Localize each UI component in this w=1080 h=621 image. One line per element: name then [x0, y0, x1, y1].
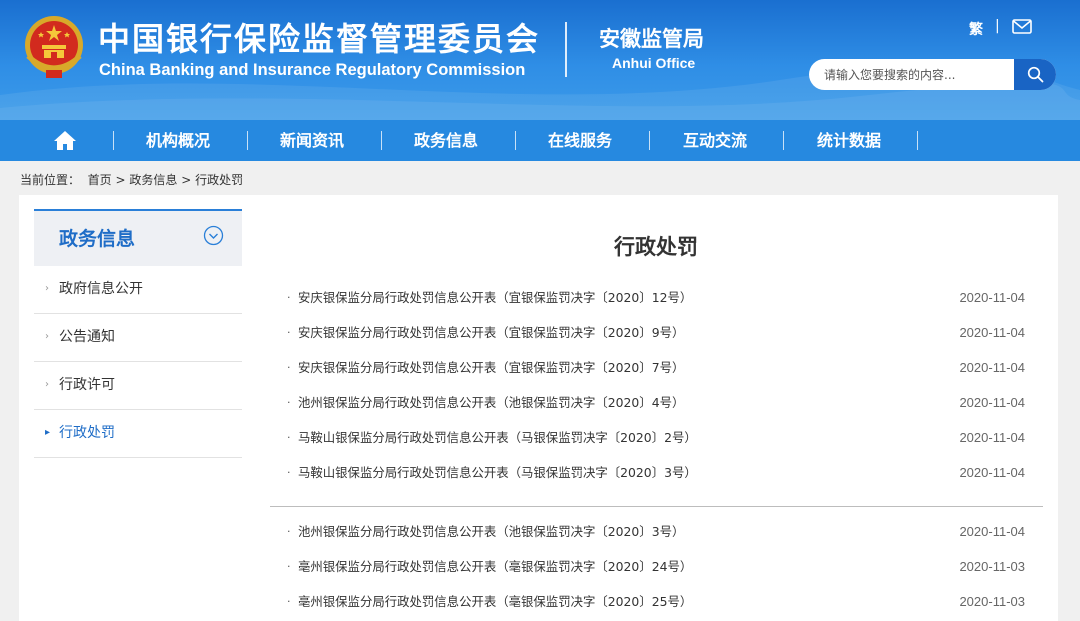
- nav-item-about[interactable]: 机构概况: [146, 120, 210, 161]
- chevron-right-icon: ▸: [45, 427, 51, 438]
- nav-item-government-info[interactable]: 政务信息: [414, 120, 478, 161]
- article-link[interactable]: 安庆银保监分局行政处罚信息公开表（宜银保监罚决字〔2020〕9号）: [298, 315, 684, 350]
- nav-item-interaction[interactable]: 互动交流: [683, 120, 747, 161]
- list-item: · 马鞍山银保监分局行政处罚信息公开表（马银保监罚决字〔2020〕3号） 202…: [270, 455, 1043, 490]
- bullet-icon: ·: [287, 560, 291, 573]
- bullet-icon: ·: [287, 396, 291, 409]
- breadcrumb-current: 行政处罚: [195, 173, 244, 187]
- sidebar-item-label: 行政处罚: [59, 425, 115, 441]
- breadcrumb: 当前位置： 首页 > 政务信息 > 行政处罚: [20, 171, 243, 188]
- sidebar-item-label: 公告通知: [59, 329, 115, 345]
- sidebar-item-label: 行政许可: [59, 377, 115, 393]
- list-item: · 亳州银保监分局行政处罚信息公开表（亳银保监罚决字〔2020〕25号） 202…: [270, 584, 1043, 619]
- article-date: 2020-11-04: [959, 395, 1025, 410]
- breadcrumb-prefix: 当前位置：: [20, 173, 81, 187]
- article-link[interactable]: 安庆银保监分局行政处罚信息公开表（宜银保监罚决字〔2020〕7号）: [298, 350, 684, 385]
- mail-icon[interactable]: [1012, 19, 1032, 34]
- search-box: [809, 59, 1056, 90]
- nav-separator: [515, 131, 516, 150]
- main-nav: 机构概况 新闻资讯 政务信息 在线服务 互动交流 统计数据: [0, 120, 1080, 161]
- article-link[interactable]: 安庆银保监分局行政处罚信息公开表（宜银保监罚决字〔2020〕12号）: [298, 280, 692, 315]
- bullet-icon: ·: [287, 326, 291, 339]
- article-date: 2020-11-04: [959, 290, 1025, 305]
- bullet-icon: ·: [287, 291, 291, 304]
- nav-separator: [381, 131, 382, 150]
- sidebar-item-administrative-licensing[interactable]: › 行政许可: [34, 362, 242, 410]
- national-emblem-logo: [25, 16, 83, 78]
- article-date: 2020-11-03: [959, 559, 1025, 574]
- list-item: · 亳州银保监分局行政处罚信息公开表（亳银保监罚决字〔2020〕24号） 202…: [270, 549, 1043, 584]
- list-item: · 安庆银保监分局行政处罚信息公开表（宜银保监罚决字〔2020〕7号） 2020…: [270, 350, 1043, 385]
- nav-item-news[interactable]: 新闻资讯: [280, 120, 344, 161]
- list-item: · 马鞍山银保监分局行政处罚信息公开表（马银保监罚决字〔2020〕2号） 202…: [270, 420, 1043, 455]
- chevron-right-icon: ›: [45, 331, 49, 342]
- article-date: 2020-11-04: [959, 524, 1025, 539]
- list-item: · 池州银保监分局行政处罚信息公开表（池银保监罚决字〔2020〕3号） 2020…: [270, 514, 1043, 549]
- article-date: 2020-11-04: [959, 465, 1025, 480]
- sidebar-title: 政务信息: [59, 228, 136, 250]
- article-date: 2020-11-03: [959, 594, 1025, 609]
- sidebar-item-announcements[interactable]: › 公告通知: [34, 314, 242, 362]
- nav-separator: [113, 131, 114, 150]
- chevron-right-icon: ›: [45, 283, 49, 294]
- bullet-icon: ·: [287, 595, 291, 608]
- sidebar-header: 政务信息: [34, 209, 242, 266]
- nav-item-statistics[interactable]: 统计数据: [817, 120, 881, 161]
- home-icon[interactable]: [53, 130, 77, 151]
- nav-item-online-services[interactable]: 在线服务: [548, 120, 612, 161]
- site-title-cn: 中国银行保险监督管理委员会: [98, 20, 541, 58]
- chevron-right-icon: ›: [45, 379, 49, 390]
- site-header: 中国银行保险监督管理委员会 China Banking and Insuranc…: [0, 0, 1080, 120]
- breadcrumb-home-link[interactable]: 首页: [88, 173, 112, 187]
- article-link[interactable]: 马鞍山银保监分局行政处罚信息公开表（马银保监罚决字〔2020〕3号）: [298, 455, 697, 490]
- breadcrumb-separator: >: [181, 173, 192, 187]
- article-link[interactable]: 亳州银保监分局行政处罚信息公开表（亳银保监罚决字〔2020〕24号）: [298, 549, 692, 584]
- list-item: · 池州银保监分局行政处罚信息公开表（池银保监罚决字〔2020〕4号） 2020…: [270, 385, 1043, 420]
- traditional-chinese-toggle[interactable]: 繁: [969, 19, 983, 39]
- list-divider: [270, 506, 1043, 507]
- chevron-down-circle-icon[interactable]: [203, 225, 224, 246]
- search-button[interactable]: [1014, 59, 1056, 90]
- article-date: 2020-11-04: [959, 430, 1025, 445]
- article-link[interactable]: 马鞍山银保监分局行政处罚信息公开表（马银保监罚决字〔2020〕2号）: [298, 420, 697, 455]
- search-input[interactable]: [809, 59, 1014, 90]
- article-date: 2020-11-04: [959, 360, 1025, 375]
- office-name-en: Anhui Office: [612, 55, 696, 71]
- bullet-icon: ·: [287, 466, 291, 479]
- article-date: 2020-11-04: [959, 325, 1025, 340]
- sidebar-item-administrative-penalty[interactable]: ▸ 行政处罚: [34, 410, 242, 458]
- nav-separator: [247, 131, 248, 150]
- bullet-icon: ·: [287, 525, 291, 538]
- nav-separator: [649, 131, 650, 150]
- sidebar-item-label: 政府信息公开: [59, 281, 143, 297]
- bullet-icon: ·: [287, 361, 291, 374]
- search-icon: [1027, 66, 1043, 83]
- list-item: · 安庆银保监分局行政处罚信息公开表（宜银保监罚决字〔2020〕12号） 202…: [270, 280, 1043, 315]
- office-name-cn: 安徽监管局: [599, 27, 704, 51]
- header-tools-separator: |: [995, 18, 1000, 34]
- article-link[interactable]: 池州银保监分局行政处罚信息公开表（池银保监罚决字〔2020〕3号）: [298, 514, 684, 549]
- site-title-en: China Banking and Insurance Regulatory C…: [99, 61, 526, 79]
- bullet-icon: ·: [287, 431, 291, 444]
- page-title: 行政处罚: [614, 235, 698, 259]
- article-link[interactable]: 亳州银保监分局行政处罚信息公开表（亳银保监罚决字〔2020〕25号）: [298, 584, 692, 619]
- breadcrumb-separator: >: [115, 173, 126, 187]
- header-divider: [565, 22, 567, 77]
- article-link[interactable]: 池州银保监分局行政处罚信息公开表（池银保监罚决字〔2020〕4号）: [298, 385, 684, 420]
- list-item: · 安庆银保监分局行政处罚信息公开表（宜银保监罚决字〔2020〕9号） 2020…: [270, 315, 1043, 350]
- sidebar-item-gov-info-disclosure[interactable]: › 政府信息公开: [34, 266, 242, 314]
- nav-separator: [917, 131, 918, 150]
- nav-separator: [783, 131, 784, 150]
- breadcrumb-government-info-link[interactable]: 政务信息: [129, 173, 177, 187]
